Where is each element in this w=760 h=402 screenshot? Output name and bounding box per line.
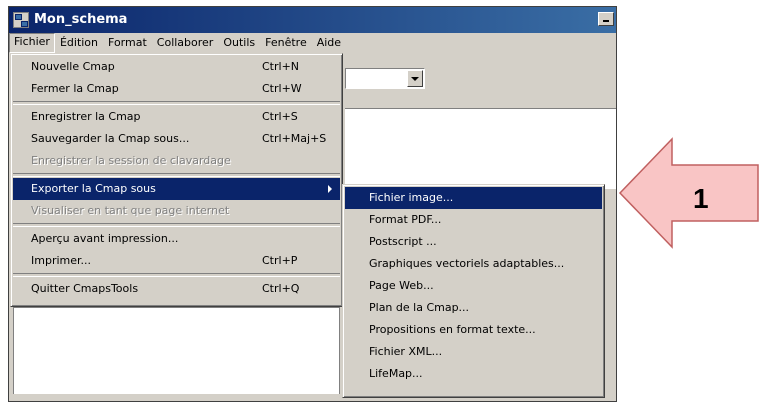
menu-item-label: Nouvelle Cmap bbox=[31, 60, 115, 73]
font-combo[interactable] bbox=[345, 68, 425, 89]
file-menu-item[interactable]: Sauvegarder la Cmap sous... Ctrl+Maj+S bbox=[13, 128, 340, 150]
menu-item-label: Visualiser en tant que page internet bbox=[31, 204, 230, 217]
menu-aide[interactable]: Aide bbox=[312, 34, 346, 52]
export-submenu-item[interactable]: Fichier XML... bbox=[345, 341, 602, 363]
menu-item-label: Enregistrer la Cmap bbox=[31, 110, 141, 123]
menu-item-label: Enregistrer la session de clavardage bbox=[31, 154, 231, 167]
file-menu-item[interactable]: Enregistrer la Cmap Ctrl+S bbox=[13, 106, 340, 128]
menu-item-label: Sauvegarder la Cmap sous... bbox=[31, 132, 190, 145]
export-submenu-item[interactable]: Graphiques vectoriels adaptables... bbox=[345, 253, 602, 275]
menu-separator bbox=[13, 173, 340, 177]
file-menu-item[interactable]: Fermer la Cmap Ctrl+W bbox=[13, 78, 340, 100]
menu-item-label: Postscript ... bbox=[369, 235, 437, 248]
menu-item-label: Aperçu avant impression... bbox=[31, 232, 179, 245]
menu-item-label: Page Web... bbox=[369, 279, 434, 292]
left-arrow-icon bbox=[618, 137, 759, 249]
menu-item-shortcut: Ctrl+N bbox=[262, 60, 300, 73]
menu-edition[interactable]: Édition bbox=[55, 34, 103, 52]
menu-fichier[interactable]: Fichier bbox=[9, 33, 55, 53]
menu-item-label: Exporter la Cmap sous bbox=[31, 182, 156, 195]
export-submenu-item[interactable]: Postscript ... bbox=[345, 231, 602, 253]
menu-item-label: Propositions en format texte... bbox=[369, 323, 536, 336]
menu-item-label: Plan de la Cmap... bbox=[369, 301, 470, 314]
menu-item-shortcut: Ctrl+S bbox=[262, 110, 298, 123]
export-submenu: Fichier image... Format PDF... Postscript … bbox=[342, 184, 605, 398]
menu-item-shortcut: Ctrl+Q bbox=[262, 282, 300, 295]
menu-separator bbox=[13, 273, 340, 277]
menu-collaborer[interactable]: Collaborer bbox=[152, 34, 219, 52]
menu-outils[interactable]: Outils bbox=[218, 34, 260, 52]
cmap-app-icon bbox=[13, 12, 29, 28]
annotation-arrow: 1 bbox=[618, 137, 760, 249]
menu-item-label: Fichier image... bbox=[369, 191, 454, 204]
menu-item-label: Graphiques vectoriels adaptables... bbox=[369, 257, 565, 270]
menu-fenetre[interactable]: Fenêtre bbox=[260, 34, 312, 52]
chevron-down-icon[interactable] bbox=[407, 70, 423, 87]
export-submenu-item[interactable]: Format PDF... bbox=[345, 209, 602, 231]
menu-item-shortcut: Ctrl+P bbox=[262, 254, 298, 267]
menu-item-label: Fichier XML... bbox=[369, 345, 443, 358]
file-menu-item[interactable]: Nouvelle Cmap Ctrl+N bbox=[13, 56, 340, 78]
file-menu-item[interactable]: Imprimer... Ctrl+P bbox=[13, 250, 340, 272]
canvas-area-lower[interactable] bbox=[13, 307, 340, 394]
submenu-arrow-icon bbox=[328, 185, 332, 193]
title-bar: Mon_schema bbox=[9, 7, 616, 33]
menu-separator bbox=[13, 223, 340, 227]
file-menu-item[interactable]: Quitter CmapsTools Ctrl+Q bbox=[13, 278, 340, 300]
menu-item-shortcut: Ctrl+W bbox=[262, 82, 302, 95]
export-submenu-item[interactable]: Fichier image... bbox=[345, 187, 602, 209]
annotation-number: 1 bbox=[693, 183, 709, 214]
menu-item-label: Format PDF... bbox=[369, 213, 442, 226]
menu-bar: Fichier Édition Format Collaborer Outils Fenê… bbox=[9, 33, 616, 53]
file-menu-item: Visualiser en tant que page internet bbox=[13, 200, 340, 222]
file-menu: Nouvelle Cmap Ctrl+N Fermer la Cmap Ctrl+W E… bbox=[10, 53, 343, 307]
menu-item-label: Imprimer... bbox=[31, 254, 92, 267]
canvas-area[interactable] bbox=[345, 108, 616, 189]
file-menu-item[interactable]: Aperçu avant impression... bbox=[13, 228, 340, 250]
file-menu-item[interactable]: Exporter la Cmap sous bbox=[13, 178, 340, 200]
minimize-button[interactable] bbox=[598, 12, 614, 26]
export-submenu-item[interactable]: Plan de la Cmap... bbox=[345, 297, 602, 319]
menu-item-label: LifeMap... bbox=[369, 367, 423, 380]
export-submenu-item[interactable]: Propositions en format texte... bbox=[345, 319, 602, 341]
menu-format[interactable]: Format bbox=[103, 34, 152, 52]
menu-item-shortcut: Ctrl+Maj+S bbox=[262, 132, 327, 145]
export-submenu-item[interactable]: Page Web... bbox=[345, 275, 602, 297]
export-submenu-item[interactable]: LifeMap... bbox=[345, 363, 602, 385]
menu-item-label: Fermer la Cmap bbox=[31, 82, 119, 95]
window-title: Mon_schema bbox=[34, 12, 128, 27]
menu-item-label: Quitter CmapsTools bbox=[31, 282, 139, 295]
file-menu-item: Enregistrer la session de clavardage bbox=[13, 150, 340, 172]
menu-separator bbox=[13, 101, 340, 105]
